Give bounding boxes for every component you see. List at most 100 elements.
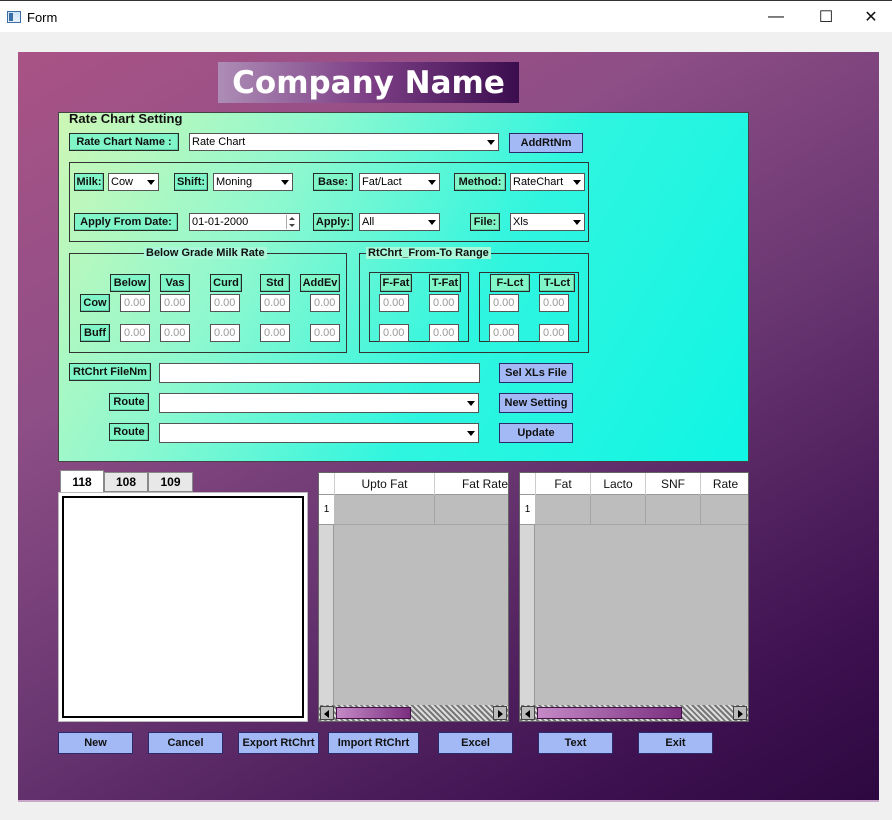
rate-chart-name-value: Rate Chart [192, 136, 246, 148]
new-button[interactable]: New [58, 732, 133, 754]
rtchrt-filenm-label: RtChrt FileNm [69, 363, 151, 381]
base-combo[interactable]: Fat/Lact [359, 173, 440, 191]
horizontal-scrollbar[interactable] [319, 705, 508, 721]
chevron-down-icon [573, 220, 581, 225]
f-fat-input-1[interactable]: 0.00 [379, 294, 409, 312]
form-main-area: Company Name Rate Chart Setting Rate Cha… [18, 52, 879, 802]
text-button[interactable]: Text [538, 732, 613, 754]
excel-button[interactable]: Excel [438, 732, 513, 754]
grid-cell-divider [645, 495, 646, 525]
t-lct-input-1[interactable]: 0.00 [539, 294, 569, 312]
cow-below-input[interactable]: 0.00 [120, 294, 150, 312]
buff-below-input[interactable]: 0.00 [120, 324, 150, 342]
rate-chart-name-combo[interactable]: Rate Chart [189, 133, 499, 151]
buff-std-input[interactable]: 0.00 [260, 324, 290, 342]
rtchrt-filenm-input[interactable] [159, 363, 480, 383]
shift-combo[interactable]: Moning [213, 173, 293, 191]
t-fat-input-1[interactable]: 0.00 [429, 294, 459, 312]
method-combo[interactable]: RateChart [510, 173, 585, 191]
rate-chart-name-label: Rate Chart Name : [69, 133, 179, 151]
row-number[interactable]: 1 [319, 495, 334, 525]
scroll-right-button[interactable] [493, 706, 507, 720]
rate-column-header[interactable]: Rate [700, 473, 750, 495]
tab-108[interactable]: 108 [104, 472, 148, 492]
cow-curd-input[interactable]: 0.00 [210, 294, 240, 312]
milk-value: Cow [111, 176, 134, 188]
row-header-column [319, 495, 334, 705]
f-fat-input-2[interactable]: 0.00 [379, 324, 409, 342]
buff-row-label: Buff [80, 324, 110, 342]
scroll-thumb[interactable] [537, 707, 682, 719]
file-type-value: Xls [513, 216, 529, 228]
below-grade-group: Below Grade Milk Rate Below Vas Curd Std… [69, 247, 347, 353]
grid-cell-divider [590, 495, 591, 525]
snf-column-header[interactable]: SNF [645, 473, 700, 495]
fat-rate-column-header[interactable]: Fat Rate [434, 473, 510, 495]
buff-vas-input[interactable]: 0.00 [160, 324, 190, 342]
shift-value: Moning [216, 176, 253, 188]
update-button[interactable]: Update [499, 423, 573, 443]
apply-from-date-label: Apply From Date: [74, 213, 178, 231]
std-column-header: Std [260, 274, 290, 292]
chevron-down-icon [467, 431, 475, 436]
t-fat-header: T-Fat [429, 274, 461, 292]
fat-range-box: F-Fat T-Fat 0.00 0.00 0.00 0.00 [369, 272, 469, 342]
close-button[interactable]: ✕ [848, 1, 892, 33]
table-row[interactable] [334, 495, 508, 525]
chevron-down-icon [428, 180, 436, 185]
exit-button[interactable]: Exit [638, 732, 713, 754]
lacto-column-header[interactable]: Lacto [590, 473, 645, 495]
f-lct-input-1[interactable]: 0.00 [489, 294, 519, 312]
method-label: Method: [454, 173, 506, 191]
buff-addev-input[interactable]: 0.00 [310, 324, 340, 342]
milk-label: Milk: [74, 173, 104, 191]
vas-column-header: Vas [160, 274, 190, 292]
shift-label: Shift: [174, 173, 208, 191]
apply-value: All [362, 216, 375, 228]
form-app-icon [7, 11, 21, 23]
f-fat-header: F-Fat [380, 274, 412, 292]
import-rtchrt-button[interactable]: Import RtChrt [328, 732, 419, 754]
cow-vas-input[interactable]: 0.00 [160, 294, 190, 312]
date-spinner-icon[interactable] [286, 215, 298, 229]
fat-column-header[interactable]: Fat [535, 473, 590, 495]
scroll-left-button[interactable] [521, 706, 535, 720]
scroll-thumb[interactable] [336, 707, 411, 719]
milk-combo[interactable]: Cow [108, 173, 159, 191]
tab-list-box[interactable] [62, 496, 304, 718]
cancel-button[interactable]: Cancel [148, 732, 223, 754]
f-lct-input-2[interactable]: 0.00 [489, 324, 519, 342]
arrow-left-icon [525, 710, 530, 718]
sel-xls-file-button[interactable]: Sel XLs File [499, 363, 573, 383]
apply-from-date-value: 01-01-2000 [192, 216, 249, 228]
new-setting-button[interactable]: New Setting [499, 393, 573, 413]
cow-std-input[interactable]: 0.00 [260, 294, 290, 312]
export-rtchrt-button[interactable]: Export RtChrt [238, 732, 319, 754]
cow-addev-input[interactable]: 0.00 [310, 294, 340, 312]
scroll-right-button[interactable] [733, 706, 747, 720]
row-number[interactable]: 1 [520, 495, 535, 525]
route-combo-2[interactable] [159, 423, 479, 443]
t-fat-input-2[interactable]: 0.00 [429, 324, 459, 342]
upto-fat-column-header[interactable]: Upto Fat [334, 473, 434, 495]
add-rate-name-button[interactable]: AddRtNm [509, 133, 583, 153]
apply-combo[interactable]: All [359, 213, 440, 231]
fat-rate-grid[interactable]: Upto Fat Fat Rate 1 [318, 472, 509, 722]
row-header-column [520, 495, 535, 705]
horizontal-scrollbar[interactable] [520, 705, 748, 721]
buff-curd-input[interactable]: 0.00 [210, 324, 240, 342]
maximize-button[interactable]: ☐ [803, 1, 849, 33]
file-type-combo[interactable]: Xls [510, 213, 585, 231]
window-title: Form [27, 10, 58, 25]
table-row[interactable] [535, 495, 748, 525]
t-lct-input-2[interactable]: 0.00 [539, 324, 569, 342]
below-column-header: Below [110, 274, 150, 292]
fat-lacto-rate-grid[interactable]: Fat Lacto SNF Rate 1 [519, 472, 749, 722]
chevron-down-icon [487, 140, 495, 145]
apply-from-date-picker[interactable]: 01-01-2000 [189, 213, 300, 231]
route-combo-1[interactable] [159, 393, 479, 413]
scroll-left-button[interactable] [320, 706, 334, 720]
tab-109[interactable]: 109 [148, 472, 193, 492]
minimize-button[interactable]: — [753, 1, 799, 33]
tab-118[interactable]: 118 [60, 470, 104, 492]
